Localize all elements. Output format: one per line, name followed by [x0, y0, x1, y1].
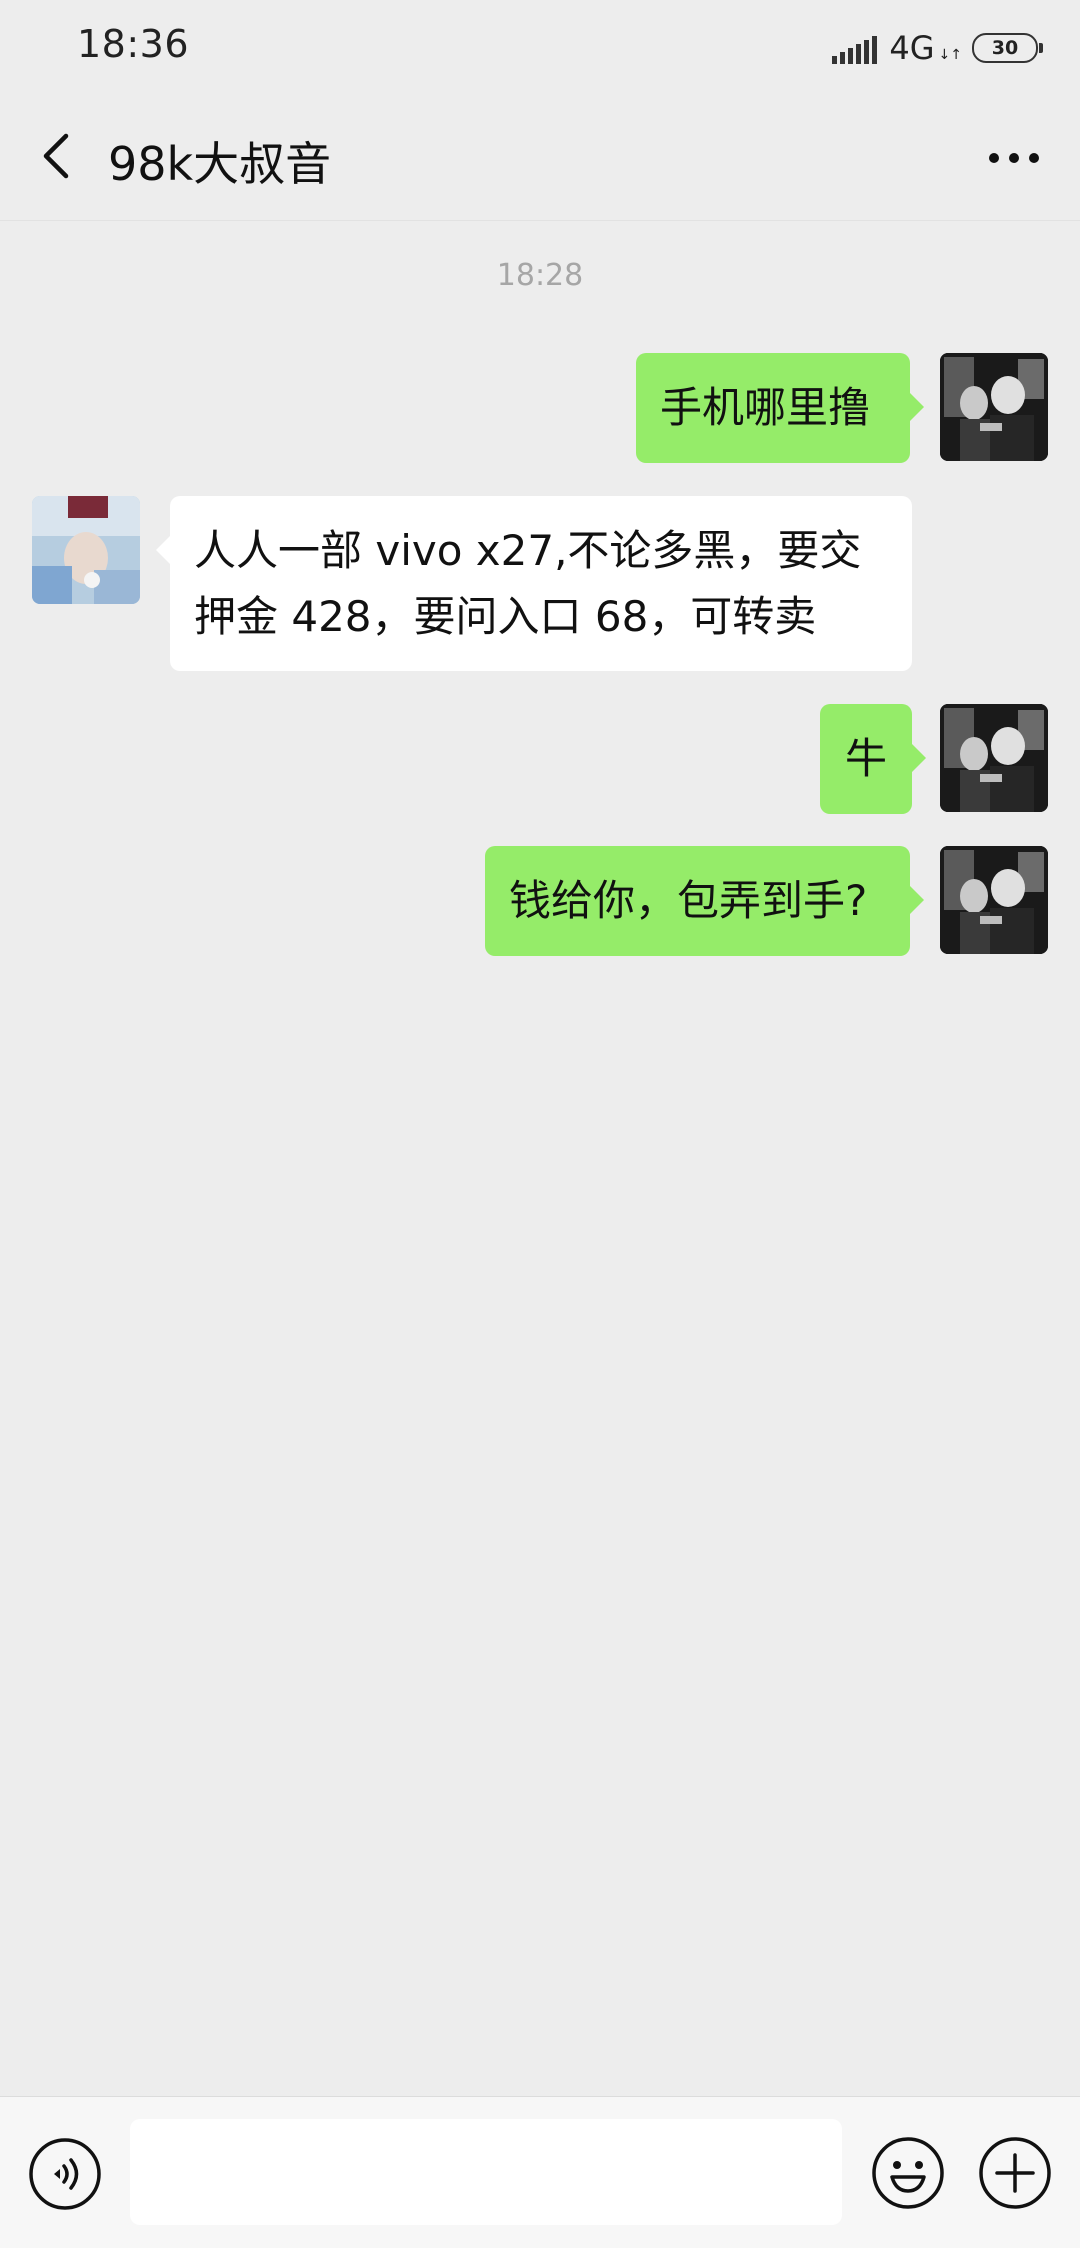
message-input[interactable]: [130, 2119, 842, 2225]
chat-screen: 18:36 4G ↓↑ 30 98k大叔音 18:28 手机哪里撸 人人一部 v…: [0, 0, 1080, 2248]
voice-button[interactable]: [28, 2137, 102, 2211]
contact-avatar[interactable]: [32, 496, 140, 604]
message-text-line: 人人一部 vivo x27,不论多黑，要交: [194, 526, 862, 575]
chat-header: 98k大叔音: [0, 96, 1080, 221]
message-text: 牛: [844, 734, 887, 783]
status-indicators: 4G ↓↑ 30: [829, 28, 1043, 68]
message-timestamp: 18:28: [496, 258, 584, 293]
voice-icon: [29, 2138, 101, 2210]
message-text: 手机哪里撸: [660, 383, 871, 432]
photo-avatar-icon: [940, 704, 1048, 812]
photo-avatar-icon: [32, 496, 140, 604]
input-bar: [0, 2096, 1080, 2248]
status-time: 18:36: [77, 22, 190, 66]
emoji-button[interactable]: [870, 2135, 946, 2211]
status-bar: 18:36 4G ↓↑ 30: [0, 0, 1080, 96]
network-type: 4G: [889, 29, 935, 67]
emoji-icon: [872, 2137, 944, 2209]
chat-title: 98k大叔音: [108, 137, 332, 191]
more-functions-button[interactable]: [977, 2135, 1053, 2211]
back-button[interactable]: [28, 126, 88, 186]
message-bubble-received[interactable]: 人人一部 vivo x27,不论多黑，要交 押金 428，要问入口 68，可转卖: [156, 496, 912, 671]
signal-icon: [829, 32, 878, 64]
my-avatar[interactable]: [940, 353, 1048, 461]
message-bubble-sent[interactable]: 牛: [820, 704, 926, 814]
photo-avatar-icon: [940, 353, 1048, 461]
more-dots-icon: [989, 153, 1039, 163]
data-activity-icon: ↓↑: [938, 47, 962, 63]
message-text: 钱给你，包弄到手?: [509, 876, 868, 925]
plus-icon: [979, 2137, 1051, 2209]
more-button[interactable]: [982, 130, 1046, 186]
battery-icon: 30: [972, 33, 1043, 63]
my-avatar[interactable]: [940, 704, 1048, 812]
chevron-left-icon: [43, 133, 69, 179]
message-bubble-sent[interactable]: 手机哪里撸: [636, 353, 924, 463]
message-text-line: 押金 428，要问入口 68，可转卖: [194, 592, 817, 641]
photo-avatar-icon: [940, 846, 1048, 954]
message-bubble-sent[interactable]: 钱给你，包弄到手?: [485, 846, 924, 956]
my-avatar[interactable]: [940, 846, 1048, 954]
